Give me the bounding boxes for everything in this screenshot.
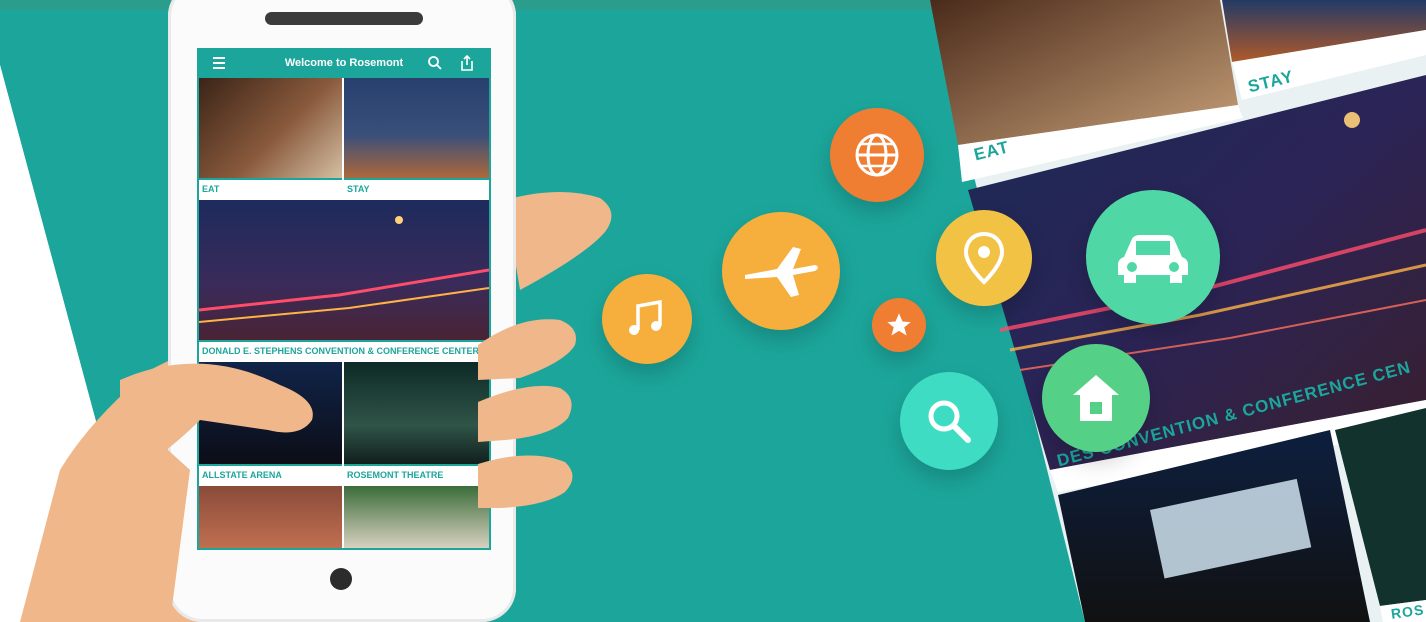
- airplane-icon: [722, 212, 840, 330]
- music-note-icon: [602, 274, 692, 364]
- globe-icon: [830, 108, 924, 202]
- location-pin-icon: [936, 210, 1032, 306]
- car-icon: [1086, 190, 1220, 324]
- star-icon: [872, 298, 926, 352]
- hero-banner: EAT STAY DES CONVENTION & CONFERENCE CEN…: [0, 0, 1426, 622]
- home-icon: [1042, 344, 1150, 452]
- search-icon: [900, 372, 998, 470]
- hand-fingers: [40, 319, 576, 622]
